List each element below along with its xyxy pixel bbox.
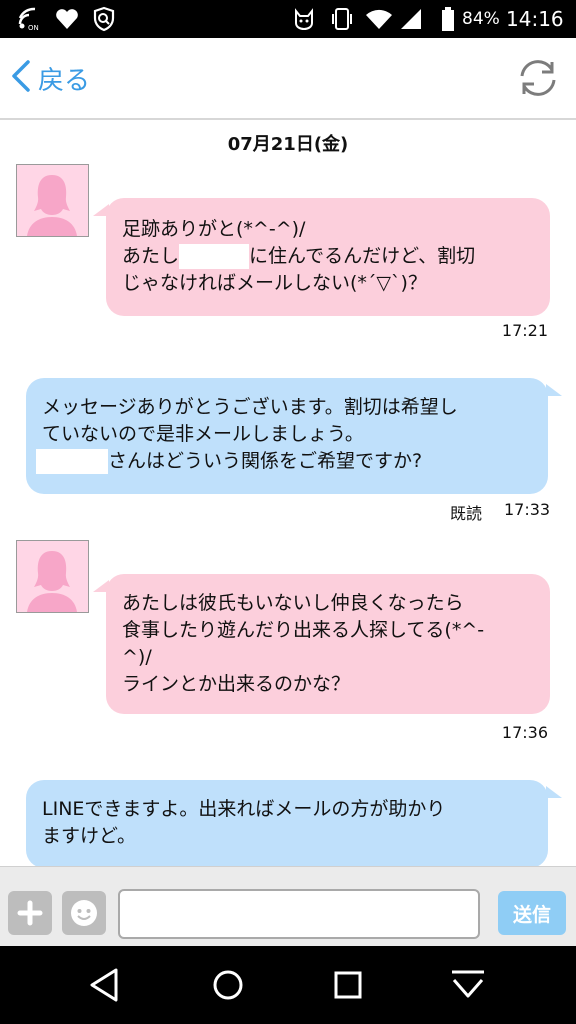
bubble-tail	[546, 786, 562, 798]
message-line: 足跡ありがと(*^-^)/	[122, 218, 306, 240]
message-line: ^)/	[122, 646, 152, 668]
avatar[interactable]	[16, 164, 89, 237]
navigation-bar	[0, 946, 576, 1024]
read-receipt: 既読	[450, 504, 483, 523]
message-line: LINEできますよ。出来ればメールの方が助かり	[42, 798, 446, 820]
cat-notification-icon	[290, 0, 318, 38]
bubble-tail	[546, 384, 562, 396]
add-attachment-button[interactable]	[8, 891, 52, 935]
input-bar: 送信	[0, 866, 576, 947]
status-bar: ON 84% 14:16	[0, 0, 576, 38]
emoji-button[interactable]	[62, 891, 106, 935]
message-line: あたしは彼氏もいないし仲良くなったら	[122, 592, 464, 614]
back-triangle-icon[interactable]	[82, 964, 130, 1006]
message-time: 17:21	[501, 321, 548, 340]
redacted-block	[179, 244, 250, 269]
battery-icon	[438, 0, 458, 38]
nfc-on-icon: ON	[14, 0, 44, 38]
plus-icon	[17, 900, 43, 926]
signal-icon	[398, 0, 424, 38]
back-label: 戻る	[38, 65, 91, 96]
message-line: ていないので是非メールしましょう。	[42, 423, 364, 445]
message-line: ラインとか出来るのかな？	[122, 673, 351, 695]
heart-icon	[54, 0, 80, 38]
wifi-icon	[364, 0, 394, 38]
shield-icon	[90, 0, 118, 38]
message-input[interactable]	[118, 889, 480, 939]
avatar[interactable]	[16, 540, 89, 613]
message-line: ますけど。	[42, 825, 137, 847]
message-text: さんはどういう関係をご希望ですか?	[108, 450, 423, 472]
back-button[interactable]: 戻る	[10, 38, 90, 118]
redacted-block	[36, 449, 108, 474]
message-time: 17:36	[501, 723, 548, 742]
message-line: メッセージありがとうございます。割切は希望し	[42, 396, 458, 418]
date-label: 07月21日(金)	[227, 134, 349, 155]
clock: 14:16	[506, 7, 564, 31]
send-button[interactable]: 送信	[498, 891, 566, 935]
chevron-left-icon	[10, 59, 32, 97]
message-bubble-outgoing: メッセージありがとうございます。割切は希望し ていないので是非メールしましょう。…	[26, 378, 548, 494]
vibrate-icon	[328, 0, 356, 38]
message-bubble-incoming: 足跡ありがと(*^-^)/ あたし に住んでるんだけど、割切 じゃなければメールし…	[106, 198, 550, 316]
message-text: あたし	[122, 245, 180, 267]
message-bubble-outgoing: LINEできますよ。出来ればメールの方が助かり ますけど。	[26, 780, 548, 866]
chat-area[interactable]: 07月21日(金) 足跡ありがと(*^-^)/ あたし に住んでるんだけど、割切 …	[0, 120, 576, 866]
smiley-icon	[71, 900, 97, 926]
female-silhouette-icon	[17, 541, 88, 612]
message-line-with-redaction: さんはどういう関係をご希望ですか?	[36, 448, 532, 475]
message-time: 17:33	[504, 500, 551, 519]
female-silhouette-icon	[17, 165, 88, 236]
message-line-with-redaction: あたし に住んでるんだけど、割切	[122, 243, 534, 270]
notification-pulldown-icon[interactable]	[444, 964, 492, 1006]
message-bubble-incoming: あたしは彼氏もいないし仲良くなったら 食事したり遊んだり出来る人探してる(*^-…	[106, 574, 550, 714]
message-text: に住んでるんだけど、割切	[249, 245, 476, 267]
header: 戻る	[0, 38, 576, 120]
message-line: 食事したり遊んだり出来る人探してる(*^-	[122, 619, 485, 641]
refresh-icon[interactable]	[514, 56, 562, 100]
message-line: じゃなければメールしない(*´▽`)？	[122, 272, 427, 294]
battery-percent: 84%	[462, 9, 500, 29]
svg-text:ON: ON	[28, 24, 39, 32]
home-circle-icon[interactable]	[204, 964, 252, 1006]
recents-square-icon[interactable]	[324, 964, 372, 1006]
